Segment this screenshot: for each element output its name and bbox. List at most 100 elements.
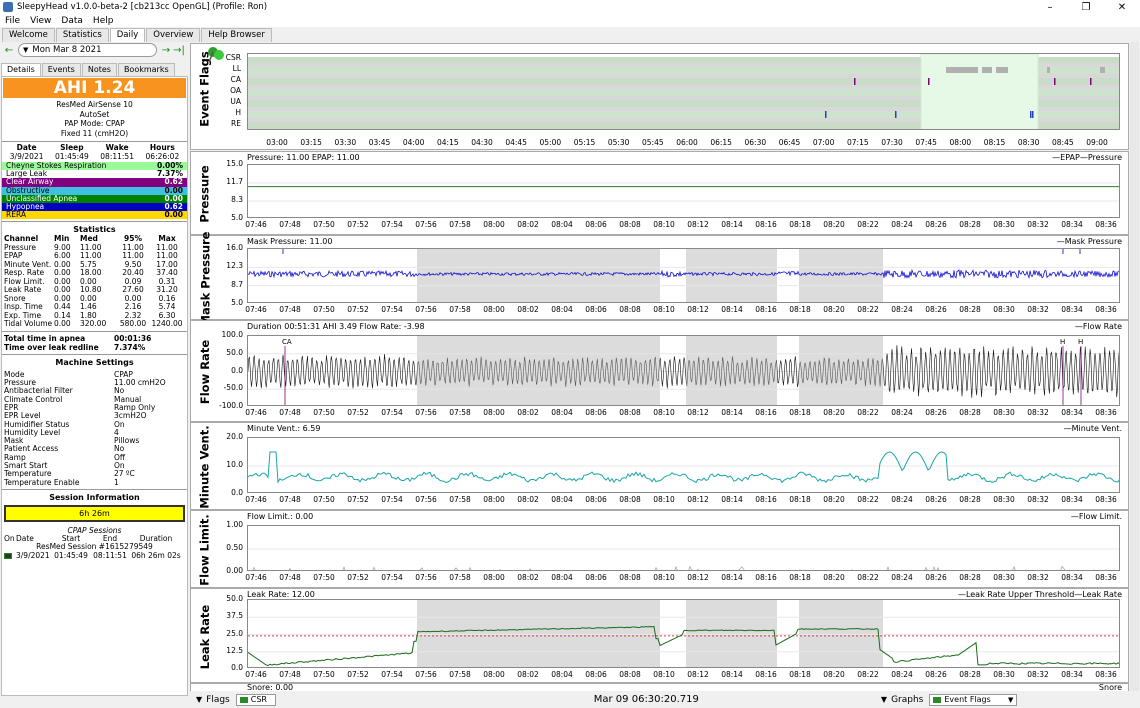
x-tick-label: 08:02 — [517, 305, 539, 314]
flowlim-plot[interactable] — [247, 525, 1120, 571]
x-tick-label: 07:58 — [449, 305, 471, 314]
flow-graph[interactable]: Flow Rate Duration 00:51:31 AHI 3.49 Flow… — [190, 320, 1129, 422]
x-tick-label: 07:54 — [381, 408, 403, 417]
x-tick-label: 08:34 — [1061, 220, 1083, 229]
large-leak-block — [946, 67, 978, 73]
x-tick-label: 08:32 — [1027, 495, 1049, 504]
machine-setting-row: Humidity Level 4 — [2, 428, 187, 437]
x-tick-label: 08:24 — [891, 573, 913, 582]
flags-label: Flags — [206, 694, 230, 705]
graph-scrollbar[interactable] — [1130, 42, 1139, 692]
x-tick-label: 07:46 — [245, 220, 267, 229]
pressure-plot[interactable] — [247, 164, 1120, 218]
minimize-button[interactable]: – — [1032, 0, 1068, 14]
x-tick-label: 08:22 — [857, 573, 879, 582]
x-tick-label: 08:14 — [721, 573, 743, 582]
graphs-combo[interactable]: Event Flags ▼ — [929, 693, 1018, 706]
x-tick-label: 07:56 — [415, 408, 437, 417]
large-leak-block — [996, 67, 1008, 73]
maximize-button[interactable]: ❐ — [1068, 0, 1104, 14]
x-tick-label: 08:10 — [653, 495, 675, 504]
x-tick-label: 08:04 — [551, 305, 573, 314]
y-tick-label: -100.0 — [219, 401, 244, 410]
machine-setting-row: Patient Access No — [2, 445, 187, 454]
tab-details[interactable]: Details — [1, 63, 41, 76]
event-flags-plot[interactable] — [247, 53, 1120, 130]
mask-graph[interactable]: Mask Pressure Mask Pressure: 11.00 —Mask P… — [190, 231, 1129, 326]
next-day-icon[interactable]: → — [160, 45, 172, 56]
menu-view[interactable]: View — [25, 16, 56, 26]
menu-help[interactable]: Help — [88, 16, 119, 26]
flow-plot[interactable]: CA H H — [247, 335, 1120, 406]
x-tick-label: 08:34 — [1061, 408, 1083, 417]
tab-notes[interactable]: Notes — [81, 63, 117, 76]
menu-file[interactable]: File — [0, 16, 25, 26]
x-tick-label: 08:36 — [1095, 573, 1117, 582]
x-tick-label: 08:02 — [517, 220, 539, 229]
close-button[interactable]: ✕ — [1104, 0, 1140, 14]
main-tabs: Welcome Statistics Daily Overview Help B… — [2, 28, 273, 42]
minvent-graph[interactable]: Minute Vent. Minute Vent.: 6.59 —Minute Ve… — [190, 422, 1129, 510]
stats-cell: Tidal Volume — [4, 319, 53, 329]
x-tick-label: 08:08 — [619, 408, 641, 417]
x-tick-label: 04:45 — [505, 138, 527, 147]
leak-graph[interactable]: Leak Rate Leak Rate: 12.00 —Leak Rate Uppe… — [190, 588, 1129, 683]
x-tick-label: 07:50 — [313, 408, 335, 417]
x-tick-label: 08:26 — [925, 220, 947, 229]
last-day-icon[interactable]: →| — [172, 45, 186, 56]
prev-day-icon[interactable]: ← — [3, 45, 15, 56]
x-tick-label: 08:26 — [925, 573, 947, 582]
tab-welcome[interactable]: Welcome — [2, 28, 55, 42]
hypopnea-mark — [895, 111, 897, 118]
x-tick-label: 08:30 — [993, 408, 1015, 417]
pressure-graph[interactable]: Pressure Pressure: 11.00 EPAP: 11.00 —EPAP… — [190, 151, 1129, 235]
event-row: Hypopnea 0.62 — [2, 202, 187, 212]
x-tick-label: 08:16 — [755, 408, 777, 417]
leak-plot[interactable] — [247, 599, 1120, 668]
menu-data[interactable]: Data — [56, 16, 88, 26]
mask-plot[interactable] — [247, 248, 1120, 303]
x-tick-label: 06:30 — [744, 138, 767, 147]
minvent-ylabel: Minute Vent. — [198, 425, 212, 509]
x-tick-label: 07:46 — [245, 670, 267, 679]
x-tick-label: 03:45 — [368, 138, 391, 147]
graphs-combo-value: Event Flags — [944, 695, 991, 704]
flags-combo-value: CSR — [250, 695, 267, 704]
x-tick-label: 04:30 — [471, 138, 493, 147]
flags-combo[interactable]: CSR — [235, 693, 276, 706]
device-info: ResMed AirSense 10 AutoSet PAP Mode: CPA… — [2, 99, 187, 139]
session-bar[interactable]: 6h 26m — [4, 504, 185, 522]
flowlim-graph[interactable]: Flow Limit. Flow Limit.: 0.00 —Flow Limit.… — [190, 510, 1129, 588]
x-tick-label: 08:06 — [585, 670, 607, 679]
minvent-plot[interactable] — [247, 437, 1120, 493]
x-tick-label: 08:36 — [1095, 495, 1117, 504]
pressure-ylabel: Pressure — [198, 165, 212, 223]
tab-bookmarks[interactable]: Bookmarks — [117, 63, 175, 76]
x-tick-label: 07:58 — [449, 408, 471, 417]
flags-dropdown-icon[interactable]: ▼ — [196, 695, 202, 704]
x-tick-label: 08:00 — [483, 495, 505, 504]
cpap-session-row[interactable]: 3/9/2021 01:45:49 08:11:51 06h 26m 02s — [2, 551, 187, 562]
x-tick-label: 07:58 — [449, 670, 471, 679]
tab-overview[interactable]: Overview — [146, 28, 201, 42]
x-tick-label: 08:08 — [619, 220, 641, 229]
graphs-dropdown-icon[interactable]: ▼ — [881, 695, 887, 704]
x-tick-label: 08:28 — [959, 408, 981, 417]
x-tick-label: 08:20 — [823, 573, 845, 582]
session-gap-overlay — [686, 336, 777, 405]
x-tick-label: 07:46 — [245, 408, 267, 417]
device-mode: PAP Mode: CPAP — [64, 119, 125, 128]
date-picker[interactable]: ▼ Mon Mar 8 2021 — [18, 43, 157, 57]
tab-help-browser[interactable]: Help Browser — [201, 28, 272, 42]
device-variant: AutoSet — [79, 109, 110, 119]
tab-statistics[interactable]: Statistics — [55, 28, 109, 42]
flag-color-swatch — [239, 696, 248, 703]
val-sleep: 01:45:49 — [55, 151, 89, 161]
session-enabled-checkbox[interactable] — [4, 552, 16, 562]
tab-daily[interactable]: Daily — [109, 28, 146, 42]
x-tick-label: 08:16 — [755, 573, 777, 582]
minvent-title: Minute Vent.: 6.59 — [247, 424, 321, 433]
tab-events[interactable]: Events — [41, 63, 81, 76]
mask-title: Mask Pressure: 11.00 — [247, 237, 333, 246]
event-flags-graph[interactable]: Event Flags CSR LL CA OA UA H RE 03:00 03:15 03:… — [190, 43, 1129, 150]
